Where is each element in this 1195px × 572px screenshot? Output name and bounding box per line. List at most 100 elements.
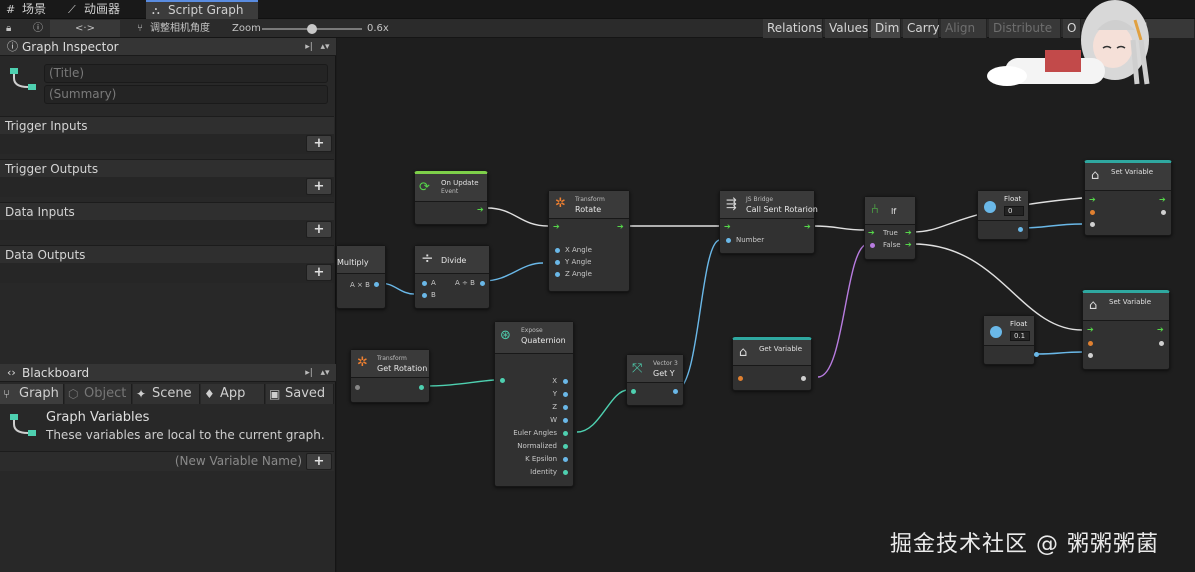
output-port[interactable] — [480, 281, 485, 286]
tab-app[interactable]: ♦ App — [201, 384, 265, 404]
output-port[interactable] — [673, 389, 678, 394]
transform-icon: ✲ — [555, 196, 566, 211]
output-port[interactable] — [563, 444, 568, 449]
flow-output-arrow[interactable]: ➔ — [804, 223, 811, 231]
flow-output-arrow[interactable]: ➔ — [1159, 196, 1166, 204]
input-port-a[interactable] — [422, 281, 427, 286]
expose-quaternion-node[interactable]: ⊛ Expose Quaternion X Y Z W Euler Angles… — [494, 321, 574, 487]
tab-graph[interactable]: ⑂ Graph — [0, 384, 64, 404]
lock-icon[interactable]: 🔒︎ — [6, 20, 20, 37]
summary-field[interactable]: (Summary) — [44, 85, 328, 104]
float-icon — [984, 201, 996, 213]
carry-button[interactable]: Carry — [903, 19, 940, 38]
add-data-input-button[interactable]: + — [306, 221, 332, 238]
flow-input-arrow[interactable]: ➔ — [724, 223, 731, 231]
transform-rotate-node[interactable]: ✲ Transform Rotate ➔ ➔ X Angle Y Angle Z… — [548, 190, 630, 292]
output-port[interactable] — [563, 392, 568, 397]
panel-scroll-icon[interactable]: ▴▾ — [318, 366, 332, 380]
on-update-event-node[interactable]: ⟳ On Update Event ➔ — [414, 171, 488, 225]
add-data-output-button[interactable]: + — [306, 264, 332, 281]
input-port[interactable] — [631, 389, 636, 394]
panel-collapse-icon[interactable]: ▸| — [302, 366, 316, 380]
new-variable-name-input[interactable]: (New Variable Name) — [175, 454, 302, 468]
divide-node[interactable]: ÷ Divide A B A ÷ B — [414, 245, 490, 309]
flow-output-arrow[interactable]: ➔ — [477, 206, 484, 214]
tab-animator[interactable]: ⟋ 动画器 — [62, 0, 138, 19]
dim-button[interactable]: Dim — [871, 19, 901, 38]
input-port-b[interactable] — [422, 293, 427, 298]
output-port[interactable] — [563, 405, 568, 410]
output-port[interactable] — [1018, 227, 1023, 232]
output-port[interactable] — [563, 431, 568, 436]
scene-icon: ✦ — [136, 387, 147, 401]
false-output-arrow[interactable]: ➔ — [905, 241, 912, 249]
tab-script-graph[interactable]: ⛬ Script Graph — [146, 0, 258, 19]
if-node[interactable]: ⑃ If ➔ True ➔ False ➔ — [864, 196, 916, 260]
port-label: False — [883, 241, 901, 249]
value-port[interactable] — [1088, 353, 1093, 358]
multiply-node[interactable]: Multiply A × B — [336, 245, 386, 309]
flow-output-arrow[interactable]: ➔ — [617, 223, 624, 231]
set-variable-node[interactable]: ⌂ Set Variable ➔ ➔ — [1084, 160, 1172, 236]
add-trigger-input-button[interactable]: + — [306, 135, 332, 152]
info-icon[interactable]: ⓘ — [30, 20, 46, 37]
output-port[interactable] — [1159, 341, 1164, 346]
flow-input-arrow[interactable]: ➔ — [553, 223, 560, 231]
variable-icon: ⌂ — [1089, 298, 1098, 313]
number-port[interactable] — [726, 238, 731, 243]
name-port[interactable] — [1088, 341, 1093, 346]
output-port[interactable] — [1034, 352, 1039, 357]
graph-variables-description: These variables are local to the current… — [46, 428, 325, 442]
input-port[interactable] — [500, 378, 505, 383]
name-port[interactable] — [738, 376, 743, 381]
output-port[interactable] — [563, 457, 568, 462]
panel-collapse-icon[interactable]: ▸| — [302, 40, 316, 54]
tab-scene[interactable]: ✦ Scene — [133, 384, 200, 404]
tab-object[interactable]: ⬡ Object — [65, 384, 132, 404]
float-value-field[interactable]: 0 — [1004, 206, 1024, 216]
get-variable-node[interactable]: ⌂ Get Variable — [732, 337, 812, 391]
relations-button[interactable]: Relations — [763, 19, 823, 38]
align-dropdown[interactable]: Align ▾ — [941, 19, 987, 54]
name-port[interactable] — [1090, 210, 1095, 215]
output-port[interactable] — [1161, 210, 1166, 215]
tab-scene[interactable]: # 场景 — [0, 0, 60, 19]
title-field[interactable]: (Title) — [44, 64, 328, 83]
grid-icon: # — [6, 3, 16, 16]
value-port[interactable] — [1090, 222, 1095, 227]
x-angle-port[interactable] — [555, 248, 560, 253]
output-port[interactable] — [563, 470, 568, 475]
panel-scroll-icon[interactable]: ▴▾ — [318, 40, 332, 54]
tab-saved[interactable]: ▣ Saved — [266, 384, 334, 404]
values-button[interactable]: Values — [825, 19, 869, 38]
float-literal-node[interactable]: Float 0.1 — [983, 315, 1039, 365]
flow-input-arrow[interactable]: ➔ — [868, 229, 875, 237]
flow-input-arrow[interactable]: ➔ — [1087, 326, 1094, 334]
set-variable-node[interactable]: ⌂ Set Variable ➔ ➔ — [1082, 290, 1170, 370]
output-port[interactable] — [563, 379, 568, 384]
float-value-field[interactable]: 0.1 — [1010, 331, 1030, 341]
breadcrumb-button[interactable]: <·> — [50, 20, 120, 37]
transform-get-rotation-node[interactable]: ✲ Transform Get Rotation — [350, 349, 430, 403]
port-label: B — [431, 291, 436, 299]
breadcrumb[interactable]: 调整相机角度 — [150, 20, 230, 37]
z-angle-port[interactable] — [555, 272, 560, 277]
flow-output-arrow[interactable]: ➔ — [1157, 326, 1164, 334]
node-title: Multiply — [337, 258, 369, 267]
output-port[interactable] — [801, 376, 806, 381]
add-trigger-output-button[interactable]: + — [306, 178, 332, 195]
zoom-slider-handle[interactable] — [307, 24, 317, 34]
vector3-get-y-node[interactable]: ⤧ Vector 3 Get Y — [626, 354, 684, 406]
js-bridge-node[interactable]: ⇶ JS Bridge Call Sent Rotarion ➔ ➔ Numbe… — [719, 190, 818, 254]
true-output-arrow[interactable]: ➔ — [905, 229, 912, 237]
condition-port[interactable] — [870, 243, 875, 248]
add-variable-button[interactable]: + — [306, 453, 332, 470]
flow-input-arrow[interactable]: ➔ — [1089, 196, 1096, 204]
node-title: Divide — [441, 256, 467, 265]
output-port[interactable] — [419, 385, 424, 390]
output-port[interactable] — [374, 282, 379, 287]
y-angle-port[interactable] — [555, 260, 560, 265]
target-port[interactable] — [355, 385, 360, 390]
output-port[interactable] — [563, 418, 568, 423]
float-literal-node[interactable]: Float 0 — [977, 190, 1029, 240]
